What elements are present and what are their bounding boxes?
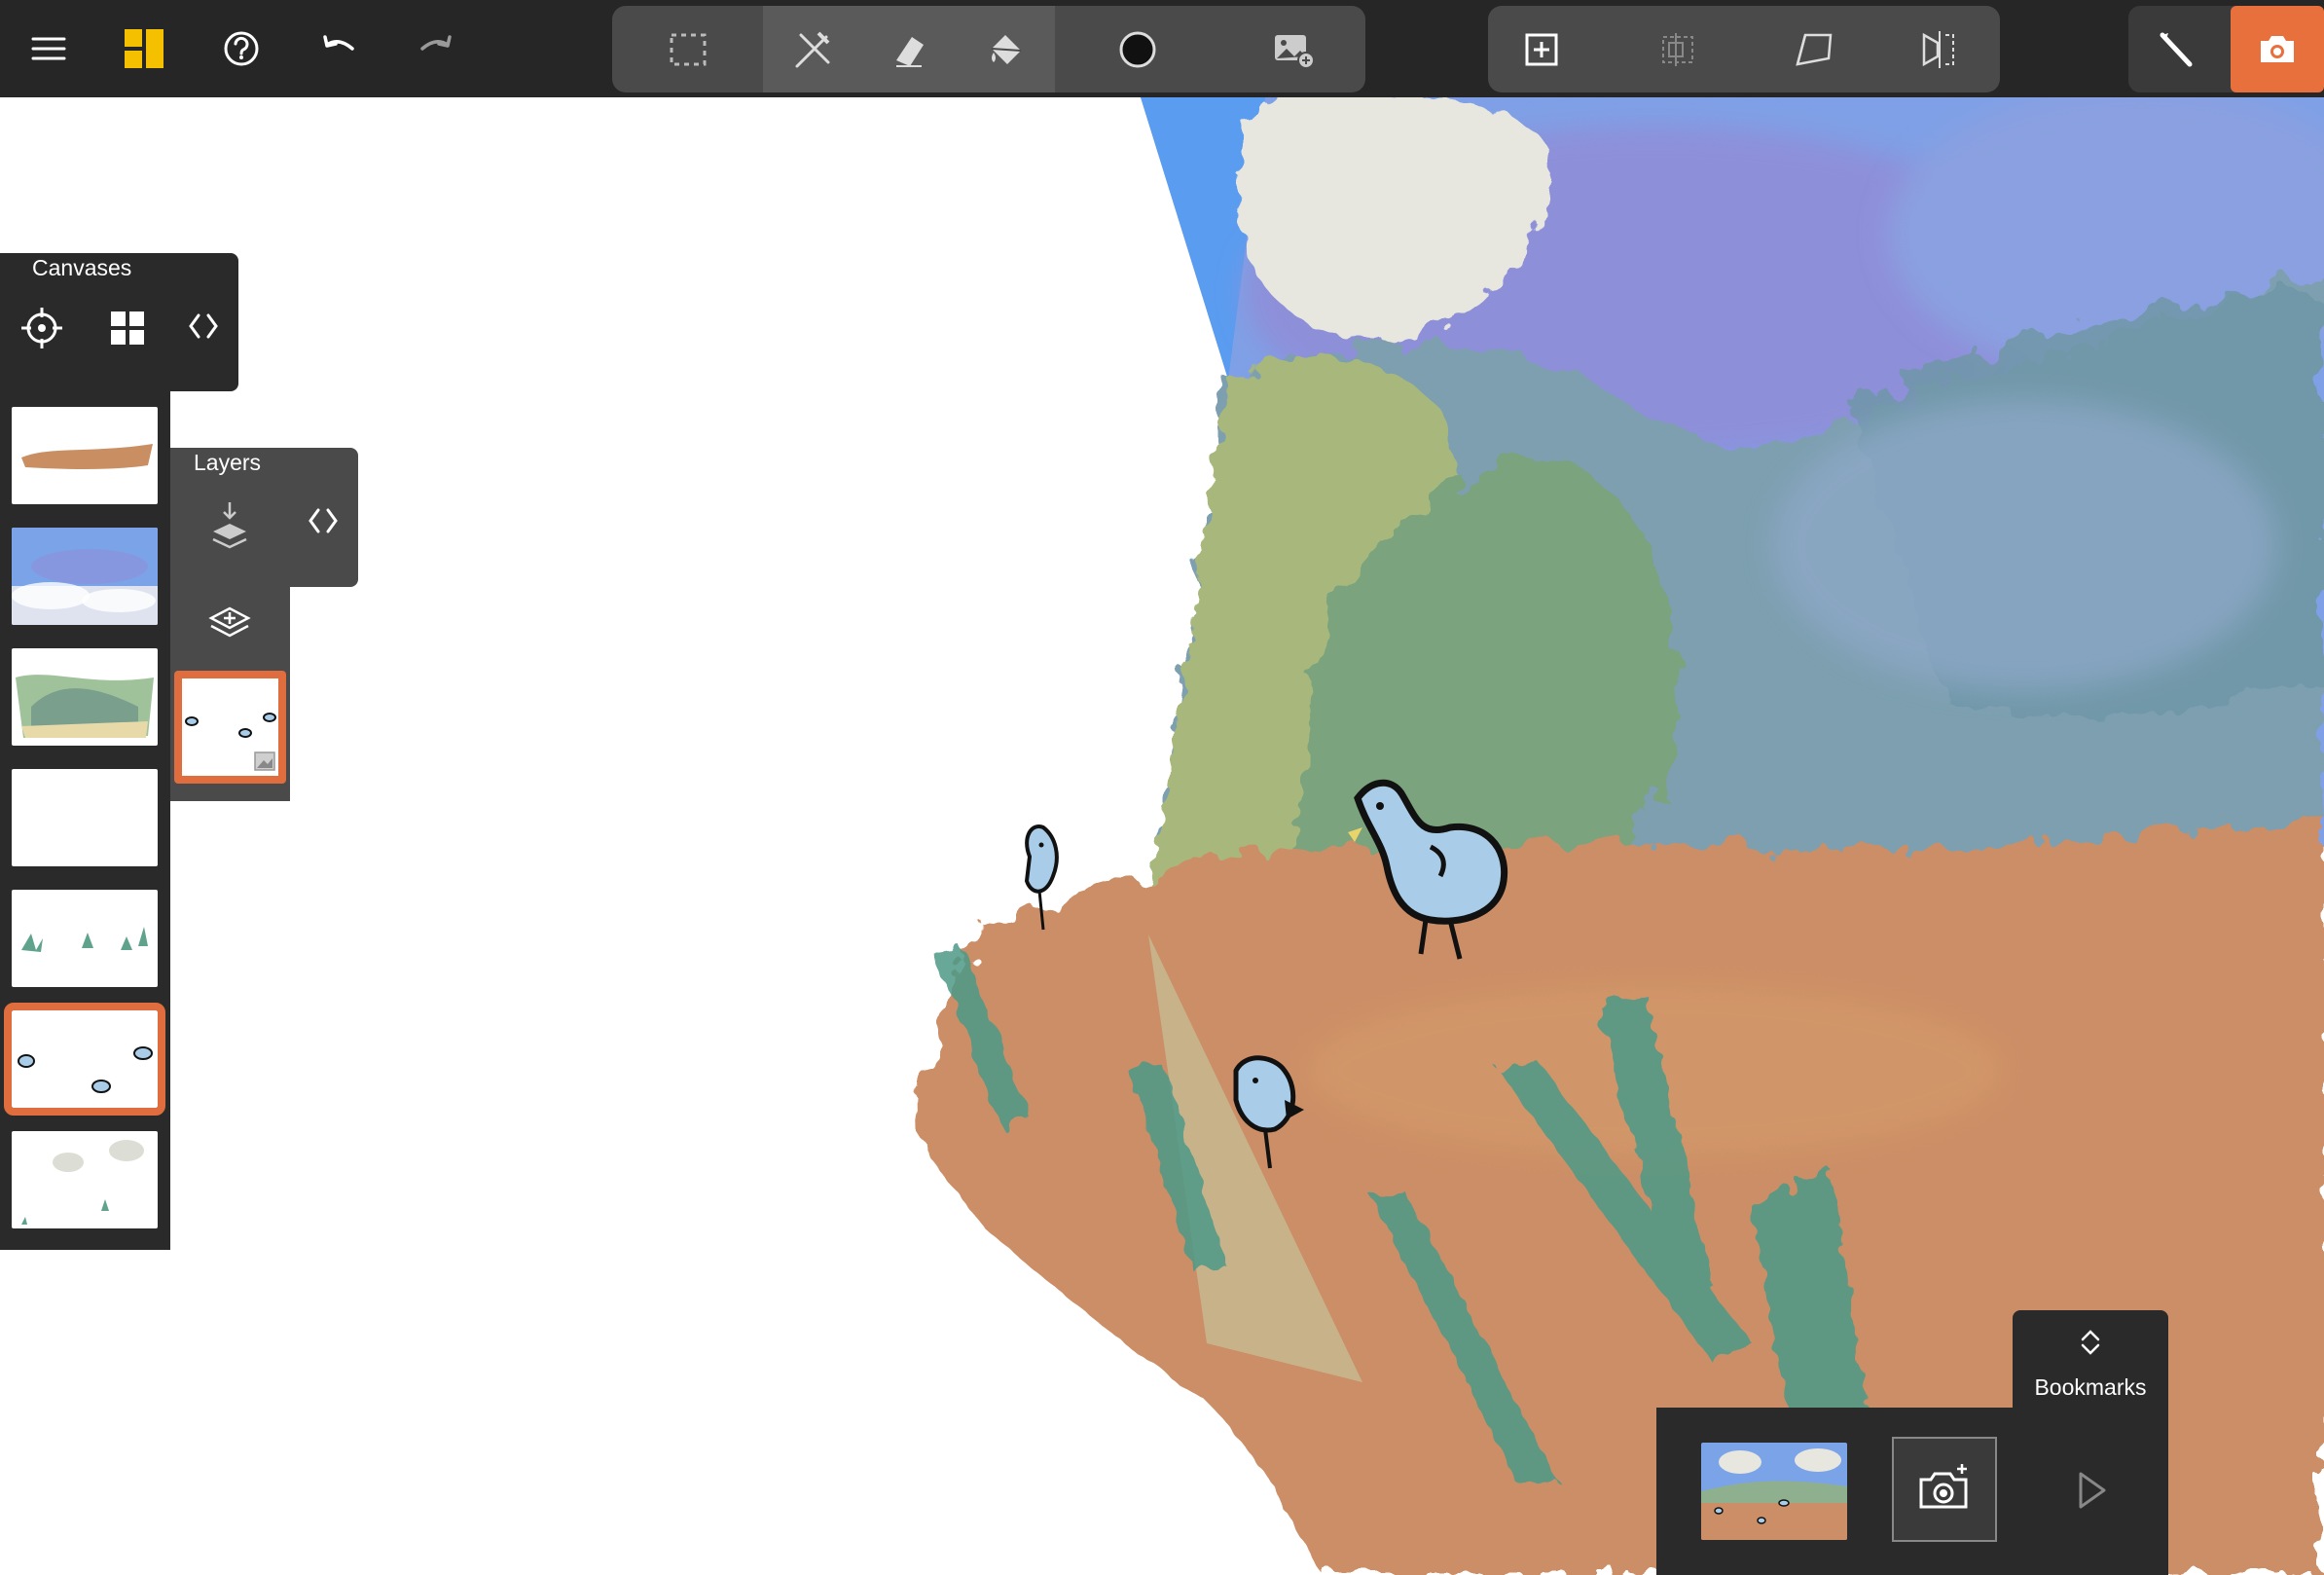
menu-icon[interactable]	[10, 10, 88, 88]
marquee-select-icon[interactable]	[612, 6, 763, 92]
target-icon[interactable]	[18, 304, 66, 352]
add-bookmark-camera-icon[interactable]	[1892, 1437, 1997, 1542]
canvas-thumb-grass[interactable]	[12, 890, 158, 987]
top-toolbar	[0, 0, 2324, 97]
play-icon[interactable]	[2067, 1466, 2116, 1515]
canvases-list	[0, 391, 170, 1250]
brush-pen-icon[interactable]	[763, 6, 860, 92]
canvas-thumb-hills[interactable]	[12, 648, 158, 746]
canvas-thumb-clouds[interactable]	[12, 1131, 158, 1228]
painting-canvas[interactable]	[0, 97, 2324, 1575]
canvas-thumb-birds[interactable]	[4, 1003, 165, 1116]
bookmark-thumb[interactable]	[1701, 1443, 1847, 1540]
chevron-updown-icon	[2069, 1328, 2112, 1357]
canvas-thumb-blank[interactable]	[12, 769, 158, 866]
help-icon[interactable]	[202, 10, 280, 88]
perspective-icon[interactable]	[1751, 6, 1877, 92]
merge-down-icon[interactable]	[205, 498, 254, 551]
flip-icon[interactable]	[1877, 6, 2000, 92]
redo-icon[interactable]	[397, 10, 475, 88]
add-canvas-icon[interactable]	[1488, 6, 1595, 92]
tool-group	[612, 6, 1365, 92]
grid-icon[interactable]	[103, 304, 152, 352]
canvases-panel-header: Canvases	[0, 253, 238, 391]
app-logo-icon[interactable]	[105, 10, 183, 88]
add-image-icon[interactable]	[1220, 6, 1365, 92]
layers-collapse-icon[interactable]	[299, 496, 347, 545]
bookmarks-label: Bookmarks	[2034, 1374, 2147, 1400]
crop-icon[interactable]	[1615, 6, 1741, 92]
add-layer-icon[interactable]	[205, 599, 254, 647]
transform-group	[1488, 6, 2000, 92]
layers-list	[170, 587, 290, 801]
collapse-icon[interactable]	[179, 302, 228, 350]
brush-size-icon[interactable]	[1055, 6, 1220, 92]
bookmarks-panel	[1656, 1408, 2168, 1575]
right-tool-group	[2128, 6, 2324, 92]
stroke-tool-icon[interactable]	[2128, 6, 2226, 92]
eraser-icon[interactable]	[860, 6, 958, 92]
canvas-thumb-sky[interactable]	[12, 528, 158, 625]
layer-thumb-birds[interactable]	[174, 671, 286, 784]
undo-icon[interactable]	[300, 10, 378, 88]
layers-title: Layers	[194, 450, 262, 475]
camera-icon[interactable]	[2231, 6, 2324, 92]
canvas-thumb-ground[interactable]	[12, 407, 158, 504]
layers-panel-header: Layers	[170, 448, 358, 587]
fill-bucket-icon[interactable]	[958, 6, 1055, 92]
canvases-title: Canvases	[32, 255, 132, 280]
bookmarks-tab[interactable]: Bookmarks	[2013, 1310, 2168, 1408]
